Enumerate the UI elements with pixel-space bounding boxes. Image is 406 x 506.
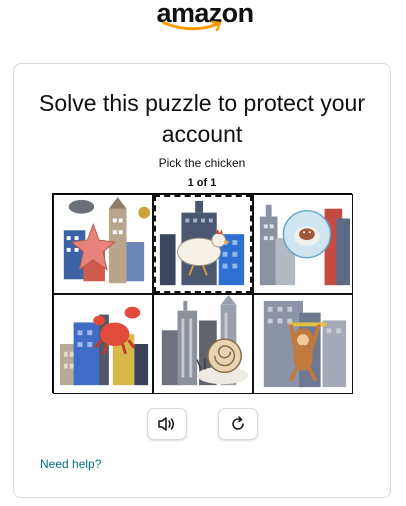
sheep-city-image — [259, 204, 351, 286]
chicken-city-image — [159, 200, 245, 286]
reload-icon — [232, 416, 244, 430]
audio-button[interactable] — [147, 408, 187, 440]
tile-crab[interactable] — [53, 294, 153, 394]
tile-sheep[interactable] — [253, 194, 353, 294]
reload-button[interactable] — [218, 408, 258, 440]
tile-starfish[interactable] — [53, 194, 153, 294]
tile-chicken[interactable] — [153, 194, 253, 294]
image-grid — [52, 193, 353, 394]
crab-city-image — [59, 306, 149, 386]
page-title: Solve this puzzle to protect your accoun… — [39, 90, 365, 147]
speaker-icon — [158, 417, 174, 431]
smile-arrow-icon — [162, 20, 222, 32]
puzzle-controls — [14, 408, 390, 442]
snail-city-image — [161, 295, 249, 386]
monkey-city-image — [263, 300, 347, 388]
puzzle-counter: 1 of 1 — [187, 177, 217, 189]
tile-monkey[interactable] — [253, 294, 353, 394]
amazon-logo: amazon — [0, 0, 406, 40]
starfish-city-image — [63, 196, 151, 284]
need-help-link[interactable]: Need help? — [40, 457, 101, 471]
tile-snail[interactable] — [153, 294, 253, 394]
puzzle-instruction: Pick the chicken — [158, 156, 246, 170]
puzzle-card: Solve this puzzle to protect your accoun… — [13, 63, 391, 498]
